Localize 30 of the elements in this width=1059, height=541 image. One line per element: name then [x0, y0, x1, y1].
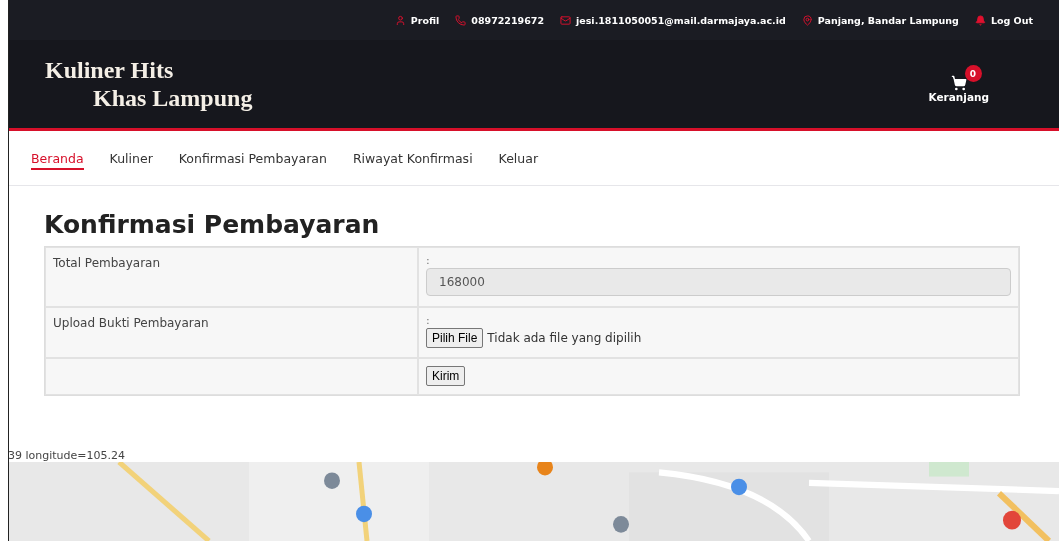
topbar-link[interactable]: Profil: [394, 14, 440, 26]
separator-text: :: [426, 254, 430, 268]
brand-title: Kuliner Hits: [45, 56, 175, 84]
page-title: Konfirmasi Pembayaran: [44, 210, 381, 239]
nav-link[interactable]: Keluar: [498, 146, 539, 170]
location-pin-icon: [801, 14, 813, 26]
nav-link[interactable]: Beranda: [31, 146, 84, 170]
nav-link[interactable]: Riwayat Konfirmasi: [352, 146, 473, 170]
cart-icon: [950, 75, 967, 91]
nav-link[interactable]: Kuliner: [109, 146, 153, 170]
coordinates-text: 39 longitude=105.24: [9, 450, 127, 462]
submit-button[interactable]: Kirim: [426, 366, 466, 386]
cart-count-badge: 0: [964, 65, 982, 82]
nav-link[interactable]: Konfirmasi Pembayaran: [178, 146, 327, 170]
topbar-link[interactable]: Log Out: [974, 14, 1033, 26]
user-icon: [394, 14, 406, 26]
file-status-text: Tidak ada file yang dipilih: [487, 331, 642, 345]
mail-icon: [560, 14, 571, 26]
bell-icon: [974, 14, 986, 26]
topbar-link[interactable]: jesi.1811050051@mail.darmajaya.ac.id: [560, 14, 786, 26]
topbar-link[interactable]: Panjang, Bandar Lampung: [801, 14, 959, 26]
form-label: Total Pembayaran: [53, 256, 161, 270]
choose-file-button[interactable]: Pilih File: [426, 328, 484, 348]
topbar-link[interactable]: 08972219672: [455, 14, 544, 26]
brand-subtitle: Khas Lampung: [92, 84, 253, 112]
form-label: Upload Bukti Pembayaran: [53, 316, 209, 330]
phone-icon: [455, 14, 467, 26]
separator-text: :: [426, 314, 430, 328]
cart-button[interactable]: 0 Keranjang: [928, 65, 995, 103]
total-field[interactable]: 168000: [426, 268, 1011, 296]
